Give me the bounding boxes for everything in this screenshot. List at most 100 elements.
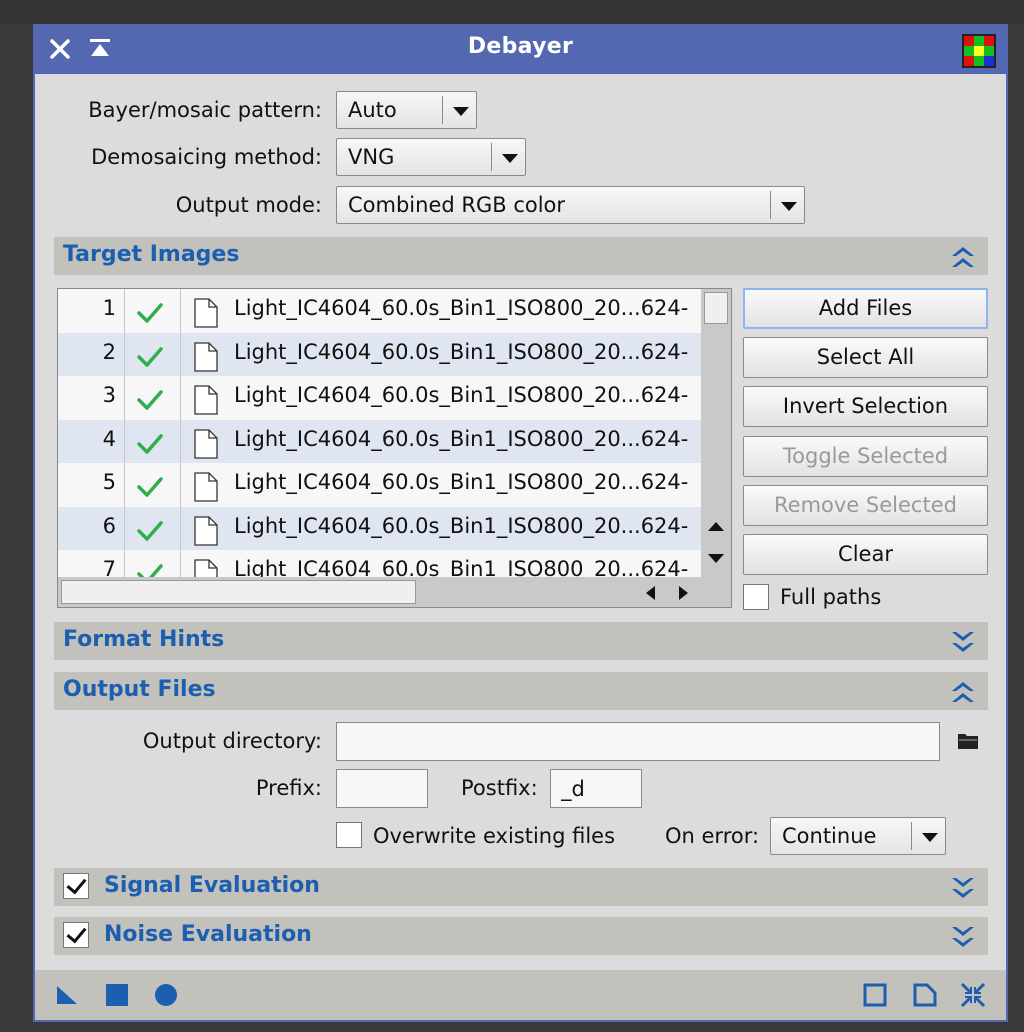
file-icon — [194, 298, 218, 328]
output-directory-input[interactable] — [337, 723, 939, 760]
debayer-app-icon — [962, 34, 996, 68]
folder-icon[interactable] — [957, 731, 979, 751]
full-paths-label: Full paths — [780, 585, 882, 609]
enabled-check-icon[interactable] — [136, 432, 164, 456]
list-item[interactable]: 5 Light_IC4604_60.0s_Bin1_ISO800_20...624… — [58, 463, 702, 507]
window-title: Debayer — [467, 34, 574, 59]
prefix-label: Prefix: — [255, 776, 322, 800]
section-title: Output Files — [63, 677, 216, 702]
bayer-pattern-value: Auto — [348, 98, 397, 122]
enabled-check-icon[interactable] — [136, 475, 164, 499]
overwrite-checkbox[interactable] — [336, 822, 362, 848]
column-divider — [180, 289, 181, 577]
enabled-check-icon[interactable] — [136, 301, 164, 325]
new-instance-icon[interactable] — [54, 982, 80, 1008]
enabled-check-icon[interactable] — [136, 388, 164, 412]
file-icon — [194, 428, 218, 459]
select-all-button[interactable]: Select All — [743, 337, 988, 378]
row-number: 4 — [102, 426, 116, 451]
enabled-check-icon[interactable] — [136, 519, 164, 543]
section-noise-evaluation[interactable]: Noise Evaluation — [54, 917, 988, 955]
bottom-toolbar — [35, 970, 1006, 1020]
chevron-down-icon — [442, 96, 476, 124]
section-title: Format Hints — [63, 627, 225, 652]
list-item[interactable]: 6 Light_IC4604_60.0s_Bin1_ISO800_20...624… — [58, 506, 702, 550]
expand-icon[interactable] — [950, 630, 976, 654]
output-directory-field[interactable] — [336, 722, 940, 761]
list-item[interactable]: 4 Light_IC4604_60.0s_Bin1_ISO800_20...624… — [58, 419, 702, 463]
file-name: Light_IC4604_60.0s_Bin1_ISO800_20...624- — [234, 383, 689, 407]
prefix-input[interactable] — [337, 770, 427, 807]
output-mode-label: Output mode: — [175, 193, 322, 217]
vertical-scrollbar[interactable] — [701, 289, 731, 577]
add-files-button[interactable]: Add Files — [743, 288, 988, 329]
overwrite-label: Overwrite existing files — [373, 824, 616, 848]
chevron-down-icon — [911, 822, 945, 850]
demosaic-method-value: VNG — [348, 145, 395, 169]
postfix-field[interactable] — [550, 769, 642, 808]
expand-icon[interactable] — [950, 876, 976, 900]
full-paths-checkbox[interactable] — [743, 584, 769, 610]
section-format-hints[interactable]: Format Hints — [54, 622, 988, 660]
target-images-list[interactable]: 1 Light_IC4604_60.0s_Bin1_ISO800_20...624… — [57, 288, 732, 608]
list-item[interactable]: 2 Light_IC4604_60.0s_Bin1_ISO800_20...624… — [58, 332, 702, 376]
output-mode-value: Combined RGB color — [348, 193, 566, 217]
output-mode-select[interactable]: Combined RGB color — [336, 186, 805, 224]
list-item[interactable]: 3 Light_IC4604_60.0s_Bin1_ISO800_20...624… — [58, 376, 702, 420]
scroll-up-icon[interactable] — [706, 519, 726, 533]
apply-global-icon[interactable] — [104, 982, 130, 1008]
expand-icon[interactable] — [950, 925, 976, 949]
list-item[interactable]: 1 Light_IC4604_60.0s_Bin1_ISO800_20...624… — [58, 289, 702, 333]
file-icon — [194, 385, 218, 415]
browse-documentation-icon[interactable] — [862, 982, 888, 1008]
file-name: Light_IC4604_60.0s_Bin1_ISO800_20...624- — [234, 296, 689, 320]
file-name: Light_IC4604_60.0s_Bin1_ISO800_20...624- — [234, 426, 689, 451]
prefix-field[interactable] — [336, 769, 428, 808]
file-icon — [194, 472, 218, 502]
row-number: 5 — [102, 470, 116, 494]
section-title: Signal Evaluation — [104, 873, 320, 898]
noise-evaluation-checkbox[interactable] — [63, 922, 89, 948]
section-signal-evaluation[interactable]: Signal Evaluation — [54, 868, 988, 906]
clear-button[interactable]: Clear — [743, 534, 988, 575]
horizontal-scrollbar[interactable] — [58, 577, 731, 607]
apply-icon[interactable] — [153, 982, 179, 1008]
section-output-files[interactable]: Output Files — [54, 672, 988, 710]
scroll-down-icon[interactable] — [706, 552, 726, 566]
edit-instance-icon[interactable] — [912, 982, 938, 1008]
demosaic-method-label: Demosaicing method: — [91, 145, 322, 169]
postfix-label: Postfix: — [461, 776, 538, 800]
section-target-images[interactable]: Target Images — [54, 237, 988, 275]
collapse-icon[interactable] — [950, 245, 976, 269]
bayer-pattern-select[interactable]: Auto — [336, 91, 477, 129]
chevron-down-icon — [491, 143, 525, 171]
signal-evaluation-checkbox[interactable] — [63, 873, 89, 899]
row-number: 2 — [102, 339, 116, 364]
file-icon — [194, 341, 218, 372]
title-bar[interactable]: Debayer — [35, 24, 1006, 74]
file-icon — [194, 515, 218, 546]
remove-selected-button[interactable]: Remove Selected — [743, 485, 988, 526]
toggle-selected-button[interactable]: Toggle Selected — [743, 436, 988, 477]
file-name: Light_IC4604_60.0s_Bin1_ISO800_20...624- — [234, 470, 689, 494]
on-error-value: Continue — [782, 824, 877, 848]
row-number: 1 — [102, 296, 116, 320]
demosaic-method-select[interactable]: VNG — [336, 138, 526, 176]
section-title: Noise Evaluation — [104, 922, 312, 947]
scroll-right-icon[interactable] — [677, 584, 691, 602]
horizontal-scroll-thumb[interactable] — [61, 580, 416, 604]
collapse-icon[interactable] — [950, 680, 976, 704]
scroll-left-icon[interactable] — [643, 584, 657, 602]
postfix-input[interactable] — [551, 770, 641, 807]
row-number: 3 — [102, 383, 116, 407]
output-directory-label: Output directory: — [142, 729, 322, 753]
on-error-select[interactable]: Continue — [770, 817, 946, 855]
invert-selection-button[interactable]: Invert Selection — [743, 386, 988, 427]
enabled-check-icon[interactable] — [136, 345, 164, 369]
reset-icon[interactable] — [960, 982, 986, 1008]
desktop-background — [0, 0, 1024, 24]
vertical-scroll-thumb[interactable] — [704, 292, 728, 324]
row-number: 6 — [102, 513, 116, 538]
chevron-down-icon — [770, 191, 804, 219]
bayer-pattern-label: Bayer/mosaic pattern: — [88, 98, 322, 122]
